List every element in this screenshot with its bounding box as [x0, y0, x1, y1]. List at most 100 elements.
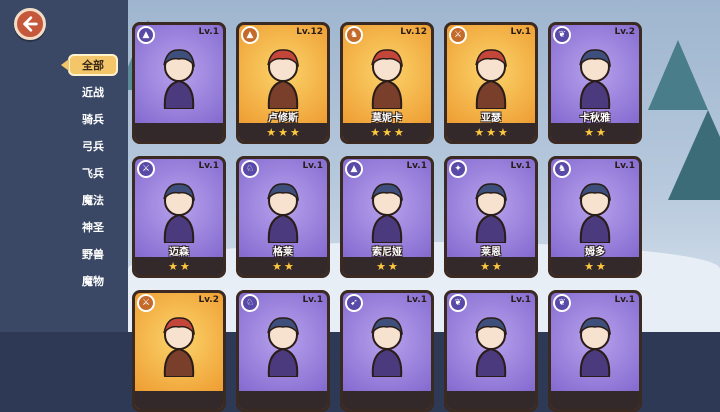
star-icon: ★	[266, 125, 277, 139]
hero-name: 卡秋雅	[580, 113, 610, 124]
hero-name: 莫妮卡	[372, 113, 402, 124]
hero-card[interactable]: ♘ Lv.1	[236, 290, 330, 412]
hero-level: Lv.12	[296, 27, 323, 37]
star-icon: ★	[289, 125, 300, 139]
hero-portrait	[371, 183, 404, 243]
star-rating: ★ ★	[135, 257, 223, 275]
star-rating: ★★★	[447, 123, 535, 141]
category-tab-2[interactable]: 骑兵	[66, 108, 120, 130]
star-icon: ★	[393, 125, 404, 139]
hero-card[interactable]: ⚔ Lv.1 迈森 ★ ★	[132, 156, 226, 278]
hero-level: Lv.1	[510, 27, 531, 37]
star-icon: ★	[596, 125, 606, 139]
category-tab-3[interactable]: 弓兵	[66, 135, 120, 157]
star-icon: ★	[370, 125, 381, 139]
hero-card[interactable]: ❦ Lv.1	[548, 290, 642, 412]
star-rating	[447, 391, 535, 409]
star-icon: ★	[180, 259, 190, 273]
hero-portrait	[267, 183, 300, 243]
hero-portrait	[579, 49, 612, 109]
star-rating: ★ ★	[239, 257, 327, 275]
category-tab-6[interactable]: 神圣	[66, 216, 120, 238]
star-icon: ★	[388, 259, 398, 273]
star-rating: ★ ★	[447, 257, 535, 275]
hero-name: 索尼娅	[372, 247, 402, 258]
hero-card[interactable]: ❦ Lv.1	[444, 290, 538, 412]
hero-name: 莱恩	[481, 247, 501, 258]
star-rating: ★ ★	[551, 257, 639, 275]
hero-portrait	[579, 317, 612, 377]
star-rating: ★★★	[239, 123, 327, 141]
hero-card[interactable]: ♞ Lv.12 莫妮卡 ★ ★ ★	[340, 22, 434, 144]
star-icon: ★	[278, 125, 288, 139]
hero-card[interactable]: ✦ Lv.1 莱恩 ★ ★	[444, 156, 538, 278]
hero-portrait	[163, 317, 196, 377]
hero-card[interactable]: ⚔ Lv.1 亚瑟 ★ ★ ★	[444, 22, 538, 144]
hero-card[interactable]: ⚔ Lv.2	[132, 290, 226, 412]
hero-level: Lv.1	[406, 161, 427, 171]
hero-level: Lv.1	[510, 295, 531, 305]
star-rating: ★ ★	[343, 257, 431, 275]
hero-portrait	[163, 49, 196, 109]
hero-level: Lv.12	[400, 27, 427, 37]
hero-portrait	[163, 183, 196, 243]
hero-level: Lv.1	[614, 295, 635, 305]
hero-card[interactable]: ♘ Lv.1 格莱 ★ ★	[236, 156, 330, 278]
star-icon: ★	[486, 125, 496, 139]
star-icon: ★	[474, 125, 485, 139]
star-rating	[239, 391, 327, 409]
hero-level: Lv.1	[198, 161, 219, 171]
star-rating: ★★★	[343, 123, 431, 141]
hero-level: Lv.2	[198, 295, 219, 305]
star-icon: ★	[584, 125, 594, 139]
category-sidebar: 全部近战骑兵弓兵飞兵魔法神圣野兽魔物	[0, 0, 128, 332]
hero-level: Lv.1	[510, 161, 531, 171]
star-rating	[343, 391, 431, 409]
hero-portrait	[371, 49, 404, 109]
hero-name: 格莱	[273, 247, 293, 258]
star-rating: ★ ★	[551, 123, 639, 141]
hero-name: 迈森	[169, 247, 189, 258]
hero-level: Lv.2	[614, 27, 635, 37]
star-rating	[135, 123, 223, 141]
category-tab-4[interactable]: 飞兵	[66, 162, 120, 184]
star-icon: ★	[168, 259, 178, 273]
star-icon: ★	[480, 259, 490, 273]
category-tab-5[interactable]: 魔法	[66, 189, 120, 211]
hero-level: Lv.1	[406, 295, 427, 305]
star-icon: ★	[272, 259, 282, 273]
star-icon: ★	[584, 259, 594, 273]
hero-card[interactable]: ♞ Lv.1 姆多 ★ ★	[548, 156, 642, 278]
hero-card[interactable]: ❦ Lv.2 卡秋雅 ★ ★	[548, 22, 642, 144]
star-icon: ★	[382, 125, 392, 139]
hero-card[interactable]: ▲ Lv.1 索尼娅 ★ ★	[340, 156, 434, 278]
category-tab-1[interactable]: 近战	[66, 81, 120, 103]
hero-portrait	[475, 49, 508, 109]
hero-name: 姆多	[585, 247, 605, 258]
hero-name: 亚瑟	[481, 113, 501, 124]
hero-portrait	[267, 317, 300, 377]
hero-portrait	[371, 317, 404, 377]
back-button[interactable]	[14, 8, 46, 40]
hero-portrait	[579, 183, 612, 243]
hero-portrait	[475, 317, 508, 377]
category-tab-0[interactable]: 全部	[61, 54, 118, 76]
hero-level: Lv.1	[614, 161, 635, 171]
category-tab-7[interactable]: 野兽	[66, 243, 120, 265]
star-icon: ★	[497, 125, 508, 139]
hero-card[interactable]: ▲ Lv.12 卢修斯 ★ ★ ★	[236, 22, 330, 144]
hero-card[interactable]: ▲ Lv.1	[132, 22, 226, 144]
category-tab-8[interactable]: 魔物	[66, 270, 120, 292]
star-icon: ★	[492, 259, 502, 273]
star-rating	[551, 391, 639, 409]
back-arrow-icon	[23, 16, 38, 32]
hero-card[interactable]: ➹ Lv.1	[340, 290, 434, 412]
hero-level: Lv.1	[302, 295, 323, 305]
hero-level: Lv.1	[302, 161, 323, 171]
hero-portrait	[475, 183, 508, 243]
hero-name: 卢修斯	[268, 113, 298, 124]
star-icon: ★	[376, 259, 386, 273]
hero-portrait	[267, 49, 300, 109]
star-rating	[135, 391, 223, 409]
star-icon: ★	[284, 259, 294, 273]
